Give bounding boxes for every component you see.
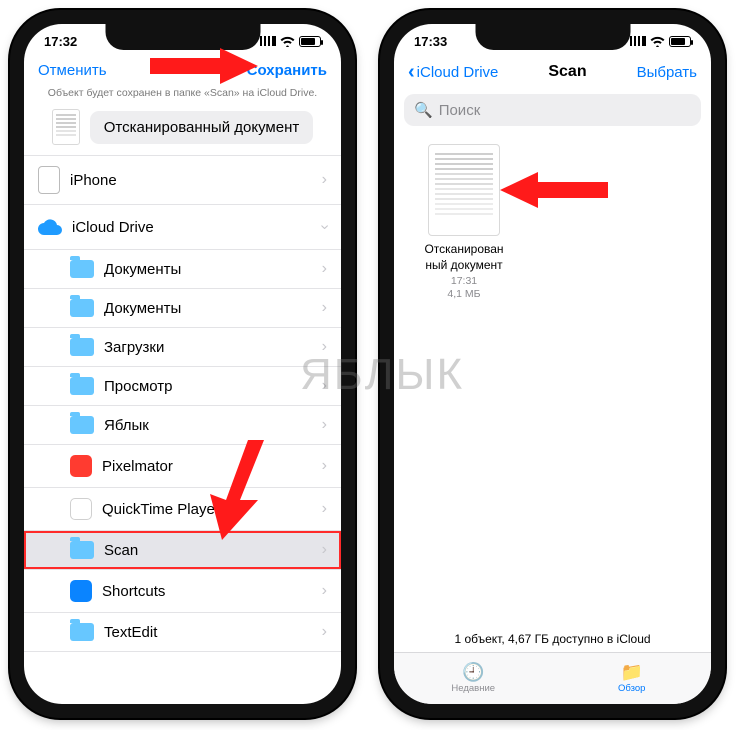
location-icloud-drive[interactable]: iCloud Drive › — [24, 205, 341, 250]
storage-info: 1 объект, 4,67 ГБ доступно в iCloud — [394, 632, 711, 646]
chevron-right-icon: › — [322, 299, 327, 317]
folder-yablyk[interactable]: Яблык › — [24, 406, 341, 445]
signal-icon — [260, 36, 276, 46]
screen-right: 17:33 ‹ iCloud Drive Scan Выбрать 🔍 Поис… — [394, 24, 711, 704]
row-label: QuickTime Player — [102, 501, 220, 518]
folder-icon — [70, 338, 94, 356]
search-icon: 🔍 — [414, 101, 433, 119]
chevron-down-icon: › — [315, 224, 333, 229]
nav-bar: ‹ iCloud Drive Scan Выбрать — [394, 58, 711, 90]
phone-frame-right: 17:33 ‹ iCloud Drive Scan Выбрать 🔍 Поис… — [380, 10, 725, 718]
battery-icon — [299, 36, 321, 47]
chevron-left-icon: ‹ — [408, 62, 415, 82]
chevron-right-icon: › — [322, 377, 327, 395]
chevron-right-icon: › — [322, 338, 327, 356]
row-label: Загрузки — [104, 339, 164, 356]
status-time: 17:33 — [414, 34, 447, 49]
app-icon-pixelmator — [70, 455, 92, 477]
file-size: 4,1 МБ — [410, 288, 518, 302]
status-time: 17:32 — [44, 34, 77, 49]
select-button[interactable]: Выбрать — [637, 64, 697, 81]
file-item-scanned-doc[interactable]: Отсканирован ный документ 17:31 4,1 МБ — [410, 144, 518, 302]
folder-shortcuts[interactable]: Shortcuts › — [24, 570, 341, 613]
folder-downloads[interactable]: Загрузки › — [24, 328, 341, 367]
folder-icon — [70, 260, 94, 278]
folder-quicktime[interactable]: QuickTime Player › — [24, 488, 341, 531]
cloud-icon — [38, 215, 62, 239]
search-field[interactable]: 🔍 Поиск — [404, 94, 701, 126]
tab-recent[interactable]: 🕘 Недавние — [394, 653, 553, 704]
chevron-right-icon: › — [322, 541, 327, 559]
wifi-icon — [280, 36, 295, 47]
tab-bar: 🕘 Недавние 📁 Обзор — [394, 652, 711, 704]
location-list: iPhone › iCloud Drive › Документы › — [24, 155, 341, 652]
chevron-right-icon: › — [322, 171, 327, 189]
back-button[interactable]: ‹ iCloud Drive — [408, 62, 498, 82]
row-label: Документы — [104, 261, 181, 278]
app-icon-shortcuts — [70, 580, 92, 602]
folder-icon — [70, 416, 94, 434]
page-title: Scan — [548, 63, 586, 81]
chevron-right-icon: › — [322, 416, 327, 434]
nav-bar: Отменить Сохранить — [24, 58, 341, 87]
iphone-icon — [38, 166, 60, 194]
save-button[interactable]: Сохранить — [247, 62, 327, 79]
tab-browse[interactable]: 📁 Обзор — [553, 653, 712, 704]
folder-pixelmator[interactable]: Pixelmator › — [24, 445, 341, 488]
folder-textedit[interactable]: TextEdit › — [24, 613, 341, 652]
file-time: 17:31 — [410, 275, 518, 289]
row-label: Pixelmator — [102, 458, 173, 475]
folder-preview[interactable]: Просмотр › — [24, 367, 341, 406]
signal-icon — [630, 36, 646, 46]
tab-label: Недавние — [451, 683, 495, 694]
file-name-line2: ный документ — [410, 258, 518, 272]
row-label: Документы — [104, 300, 181, 317]
battery-icon — [669, 36, 691, 47]
folder-icon — [70, 541, 94, 559]
file-grid: Отсканирован ный документ 17:31 4,1 МБ — [394, 134, 711, 312]
phone-frame-left: 17:32 Отменить Сохранить Объект будет со… — [10, 10, 355, 718]
cancel-button[interactable]: Отменить — [38, 62, 107, 79]
row-label: iPhone — [70, 172, 117, 189]
tab-label: Обзор — [618, 683, 645, 694]
row-label: Яблык — [104, 417, 149, 434]
save-location-subtitle: Объект будет сохранен в папке «Scan» на … — [24, 87, 341, 105]
search-placeholder: Поиск — [439, 102, 481, 119]
chevron-right-icon: › — [322, 623, 327, 641]
file-name-line1: Отсканирован — [410, 242, 518, 256]
folder-scan[interactable]: Scan › — [24, 531, 341, 570]
screen-left: 17:32 Отменить Сохранить Объект будет со… — [24, 24, 341, 704]
app-icon-quicktime — [70, 498, 92, 520]
wifi-icon — [650, 36, 665, 47]
row-label: TextEdit — [104, 624, 157, 641]
folder-documents-1[interactable]: Документы › — [24, 250, 341, 289]
row-label: Scan — [104, 542, 138, 559]
folder-documents-2[interactable]: Документы › — [24, 289, 341, 328]
notch — [475, 24, 630, 50]
chevron-right-icon: › — [322, 582, 327, 600]
chevron-right-icon: › — [322, 260, 327, 278]
folder-icon — [70, 623, 94, 641]
notch — [105, 24, 260, 50]
filename-row: Отсканированный документ — [24, 105, 341, 155]
row-label: Shortcuts — [102, 583, 165, 600]
folder-icon — [70, 299, 94, 317]
filename-input[interactable]: Отсканированный документ — [90, 111, 313, 144]
row-label: iCloud Drive — [72, 219, 154, 236]
chevron-right-icon: › — [322, 457, 327, 475]
chevron-right-icon: › — [322, 500, 327, 518]
document-thumb-icon — [428, 144, 500, 236]
back-label: iCloud Drive — [417, 64, 499, 81]
folder-icon — [70, 377, 94, 395]
document-thumb-icon — [52, 109, 80, 145]
row-label: Просмотр — [104, 378, 173, 395]
location-iphone[interactable]: iPhone › — [24, 156, 341, 205]
clock-icon: 🕘 — [462, 663, 484, 681]
folder-icon: 📁 — [621, 663, 643, 681]
